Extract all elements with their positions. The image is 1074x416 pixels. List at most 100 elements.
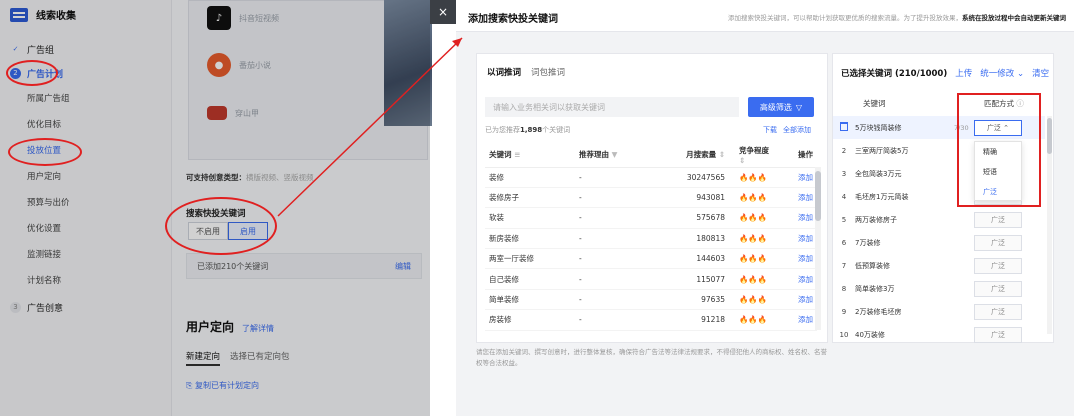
recommend-count: 已为您推荐1,898个关键词	[485, 125, 570, 135]
clear-link[interactable]: 清空	[1032, 67, 1049, 79]
support-types: 可支持创意类型：横版视频、竖版视频	[186, 172, 314, 183]
toggle-disable[interactable]: 不启用	[188, 222, 228, 240]
selected-keyword: 毛坯房1万元简装	[855, 192, 909, 201]
selected-title: 已选择关键词 (210/1000)	[841, 69, 948, 79]
media-item-fanqie[interactable]: ● 番茄小说	[207, 53, 337, 77]
row-index: 4	[841, 192, 847, 201]
col-competition[interactable]: 竞争程度 ⇕	[729, 143, 781, 168]
sidebar-item-tracking-link[interactable]: 监测链接	[0, 242, 172, 268]
add-link[interactable]: 添加	[781, 289, 817, 311]
match-type-select[interactable]: 广泛	[974, 303, 1022, 320]
learn-more-link[interactable]: 了解详情	[242, 323, 274, 334]
col-volume[interactable]: 月搜索量 ⇕	[665, 143, 729, 168]
added-keywords-text: 已添加210个关键词	[197, 261, 269, 271]
batch-edit-dropdown[interactable]: 统一修改 ⌄	[980, 67, 1024, 79]
pangle-logo-icon	[207, 106, 227, 120]
brand: 线索收集	[10, 7, 76, 22]
match-type-select[interactable]: 广泛	[974, 280, 1022, 297]
match-type-select[interactable]: 广泛	[974, 234, 1022, 251]
keyword-cell: 软装	[485, 207, 575, 229]
modal-description: 添加搜索快投关键词，可以帮助计划获取更优质的搜索流量。为了提升投放效果，系统在投…	[728, 12, 1066, 22]
option-exact[interactable]: 精确	[975, 142, 1021, 162]
search-keyword-toggle: 不启用 启用	[188, 222, 268, 240]
keyword-cell: 新房装修	[485, 228, 575, 250]
sidebar-item-ad-group-belong[interactable]: 所属广告组	[0, 86, 172, 112]
volume-cell: 97635	[665, 289, 729, 311]
col-keyword-label: 关键词	[489, 150, 512, 160]
step-ad-creative[interactable]: 3 广告创意	[0, 298, 172, 316]
reason-cell: -	[575, 268, 665, 290]
competition-cell: 🔥🔥🔥	[729, 248, 781, 270]
recommend-count-value: 1,898	[520, 126, 543, 134]
add-link[interactable]: 添加	[781, 248, 817, 270]
download-link[interactable]: 下载	[763, 125, 777, 135]
media-item-pangle[interactable]: 穿山甲	[207, 101, 337, 125]
sidebar-item-budget-bid[interactable]: 预算与出价	[0, 190, 172, 216]
competition-cell: 🔥🔥🔥	[729, 167, 781, 188]
sidebar-item-user-targeting[interactable]: 用户定向	[0, 164, 172, 190]
fanqie-logo-icon: ●	[207, 53, 231, 77]
add-link[interactable]: 添加	[781, 187, 817, 209]
list-item: 8 简单装修3万 广泛	[833, 277, 1045, 300]
table-scrollbar[interactable]	[815, 167, 821, 330]
sidebar-item-placement[interactable]: 投放位置	[0, 138, 172, 164]
upload-link[interactable]: 上传	[955, 67, 972, 79]
tab-word-by-word[interactable]: 以词推词	[487, 66, 521, 78]
keyword-cell: 装修房子	[485, 187, 575, 209]
table-header-row: 关键词 ≡ 推荐理由 ▼ 月搜索量 ⇕ 竞争程度 ⇕ 操作	[485, 143, 817, 168]
tab-word-by-package[interactable]: 词包推词	[531, 66, 565, 78]
step-ad-plan[interactable]: 2 广告计划	[0, 64, 172, 82]
trash-icon	[840, 122, 848, 131]
add-link[interactable]: 添加	[781, 207, 817, 229]
tab-existing-package[interactable]: 选择已有定向包	[230, 350, 290, 366]
add-link[interactable]: 添加	[781, 309, 817, 331]
competition-cell: 🔥🔥🔥	[729, 289, 781, 311]
media-name: 穿山甲	[235, 108, 259, 118]
keyword-cell: 简单装修	[485, 289, 575, 311]
selected-keyword: 低预算装修	[855, 261, 890, 270]
col-reason[interactable]: 推荐理由 ▼	[575, 143, 665, 168]
copy-targeting-link[interactable]: ⎘ 复制已有计划定向	[186, 380, 259, 391]
keyword-search-input[interactable]	[485, 97, 739, 117]
match-type-dropdown: 精确 短语 广泛	[974, 141, 1022, 201]
table-row: 简单装修 -97635 🔥🔥🔥 添加	[485, 289, 817, 311]
table-row: 软装 -575678 🔥🔥🔥 添加	[485, 207, 817, 229]
col-match-type: 匹配方式 ⓘ	[984, 98, 1024, 109]
tab-new-targeting[interactable]: 新建定向	[186, 350, 221, 366]
match-type-select[interactable]: 广泛	[974, 257, 1022, 274]
keyword-cell: 装修	[485, 167, 575, 188]
reason-cell: -	[575, 309, 665, 331]
volume-cell: 91218	[665, 309, 729, 331]
col-keyword[interactable]: 关键词 ≡	[485, 143, 575, 168]
match-type-select[interactable]: 广泛	[974, 211, 1022, 228]
selected-keyword: 7万装修	[855, 238, 881, 247]
reason-cell: -	[575, 289, 665, 311]
add-link[interactable]: 添加	[781, 268, 817, 290]
toggle-enable[interactable]: 启用	[228, 222, 268, 240]
selected-scrollbar[interactable]	[1047, 116, 1052, 334]
media-item-douyin[interactable]: ♪ 抖音短视频	[207, 6, 337, 30]
advanced-filter-button[interactable]: 高级筛选 ▽	[748, 97, 814, 117]
step-ad-group[interactable]: ✓ 广告组	[0, 40, 172, 58]
sidebar-item-optimization-goal[interactable]: 优化目标	[0, 112, 172, 138]
scrollbar-thumb[interactable]	[1047, 118, 1052, 154]
media-name: 抖音短视频	[239, 13, 279, 23]
close-icon[interactable]: ×	[430, 0, 456, 24]
delete-icon[interactable]	[833, 122, 855, 133]
scrollbar-thumb[interactable]	[815, 171, 821, 221]
table-row: 自己装修 -115077 🔥🔥🔥 添加	[485, 268, 817, 290]
add-link[interactable]: 添加	[781, 167, 817, 188]
list-item: 5 两万装修房子 广泛	[833, 208, 1045, 231]
option-broad[interactable]: 广泛	[975, 182, 1021, 202]
match-type-select[interactable]: 广泛	[974, 326, 1022, 343]
sidebar-item-plan-name[interactable]: 计划名称	[0, 268, 172, 294]
add-all-link[interactable]: 全部添加	[783, 125, 811, 135]
sidebar-item-optimization-settings[interactable]: 优化设置	[0, 216, 172, 242]
edit-link[interactable]: 编辑	[395, 261, 411, 272]
match-type-select[interactable]: 广泛 ⌃	[974, 119, 1022, 136]
option-phrase[interactable]: 短语	[975, 162, 1021, 182]
row-index: 3	[841, 169, 847, 178]
add-link[interactable]: 添加	[781, 228, 817, 250]
modal-title: 添加搜索快投关键词	[468, 14, 558, 25]
chevron-up-icon: ⌃	[1003, 123, 1010, 132]
